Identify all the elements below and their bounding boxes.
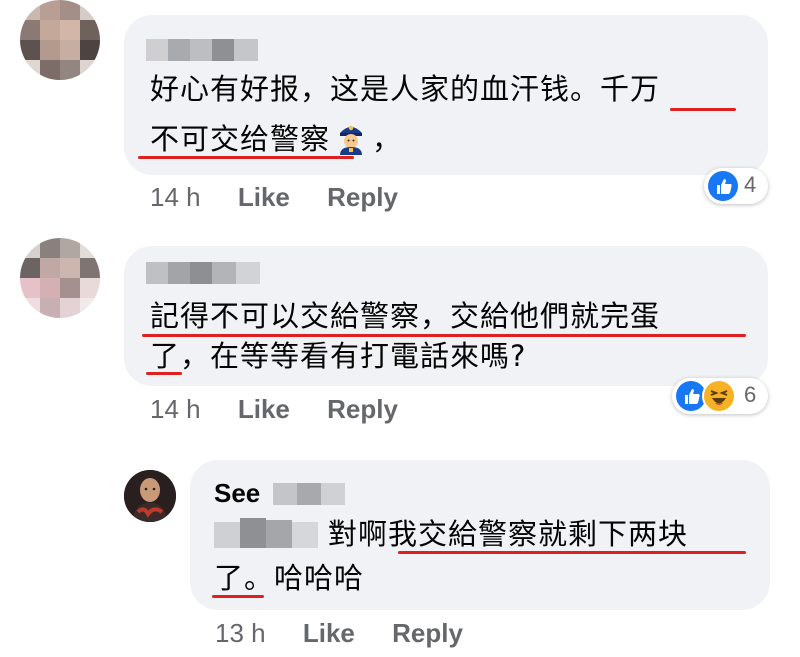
timestamp[interactable]: 13 h [215, 618, 266, 648]
comment-meta: 14 h Like Reply [150, 394, 398, 425]
avatar[interactable] [124, 470, 176, 522]
author-name-visible: See [214, 478, 261, 508]
comment-text-segment: 對啊我交給警察就剩下两块 [328, 517, 689, 551]
reply-button[interactable]: Reply [327, 182, 398, 212]
red-underline [398, 551, 746, 554]
avatar-blurred[interactable] [20, 238, 100, 318]
comment-meta: 14 h Like Reply [150, 182, 398, 213]
comment-text-line: 不可交给警察 ， [150, 121, 402, 157]
red-underline [212, 595, 264, 598]
reply-bubble: See 對啊我交給警察就剩下两块 了。哈哈哈 [190, 460, 770, 610]
comment-text-line: 好心有好报，这是人家的血汗钱。千万 [150, 72, 661, 106]
comment-bubble: 記得不可以交給警察，交給他們就完蛋 了，在等等看有打電話來嗎? [124, 246, 768, 386]
red-underline [146, 372, 182, 375]
comment-text-segment: ， [372, 122, 403, 156]
reply-author[interactable]: See [214, 478, 346, 508]
comment-text-line: 記得不可以交給警察，交給他們就完蛋 [150, 299, 661, 333]
reply-button[interactable]: Reply [392, 618, 463, 648]
mentioned-name-blurred[interactable] [214, 518, 318, 548]
like-button[interactable]: Like [238, 182, 290, 212]
author-name-blurred[interactable] [146, 262, 264, 284]
like-reaction-icon [708, 171, 738, 201]
reaction-count: 4 [744, 172, 757, 197]
author-name-blurred[interactable] [146, 39, 266, 61]
reaction-count: 6 [744, 382, 757, 407]
like-button[interactable]: Like [238, 394, 290, 424]
comment-text-line: 了。哈哈哈 [214, 561, 365, 595]
like-button[interactable]: Like [303, 618, 355, 648]
timestamp[interactable]: 14 h [150, 182, 201, 212]
red-underline [142, 334, 746, 337]
comment-meta: 13 h Like Reply [215, 618, 463, 649]
comment-bubble: 好心有好报，这是人家的血汗钱。千万 不可交给警察 ， [124, 15, 768, 175]
comment-text-line: 了，在等等看有打電話來嗎? [150, 339, 527, 373]
reaction-summary[interactable]: 6 [672, 378, 768, 414]
police-officer-emoji [334, 121, 368, 155]
red-underline [138, 156, 354, 159]
haha-reaction-icon [702, 379, 736, 413]
author-name-blurred [273, 482, 346, 505]
reply-button[interactable]: Reply [327, 394, 398, 424]
avatar-blurred[interactable] [20, 0, 100, 80]
comment-text-line: 對啊我交給警察就剩下两块 [214, 516, 688, 552]
reaction-summary[interactable]: 4 [704, 168, 768, 204]
red-underline [670, 108, 736, 111]
comment-text-segment: 不可交给警察 [150, 122, 331, 156]
timestamp[interactable]: 14 h [150, 394, 201, 424]
